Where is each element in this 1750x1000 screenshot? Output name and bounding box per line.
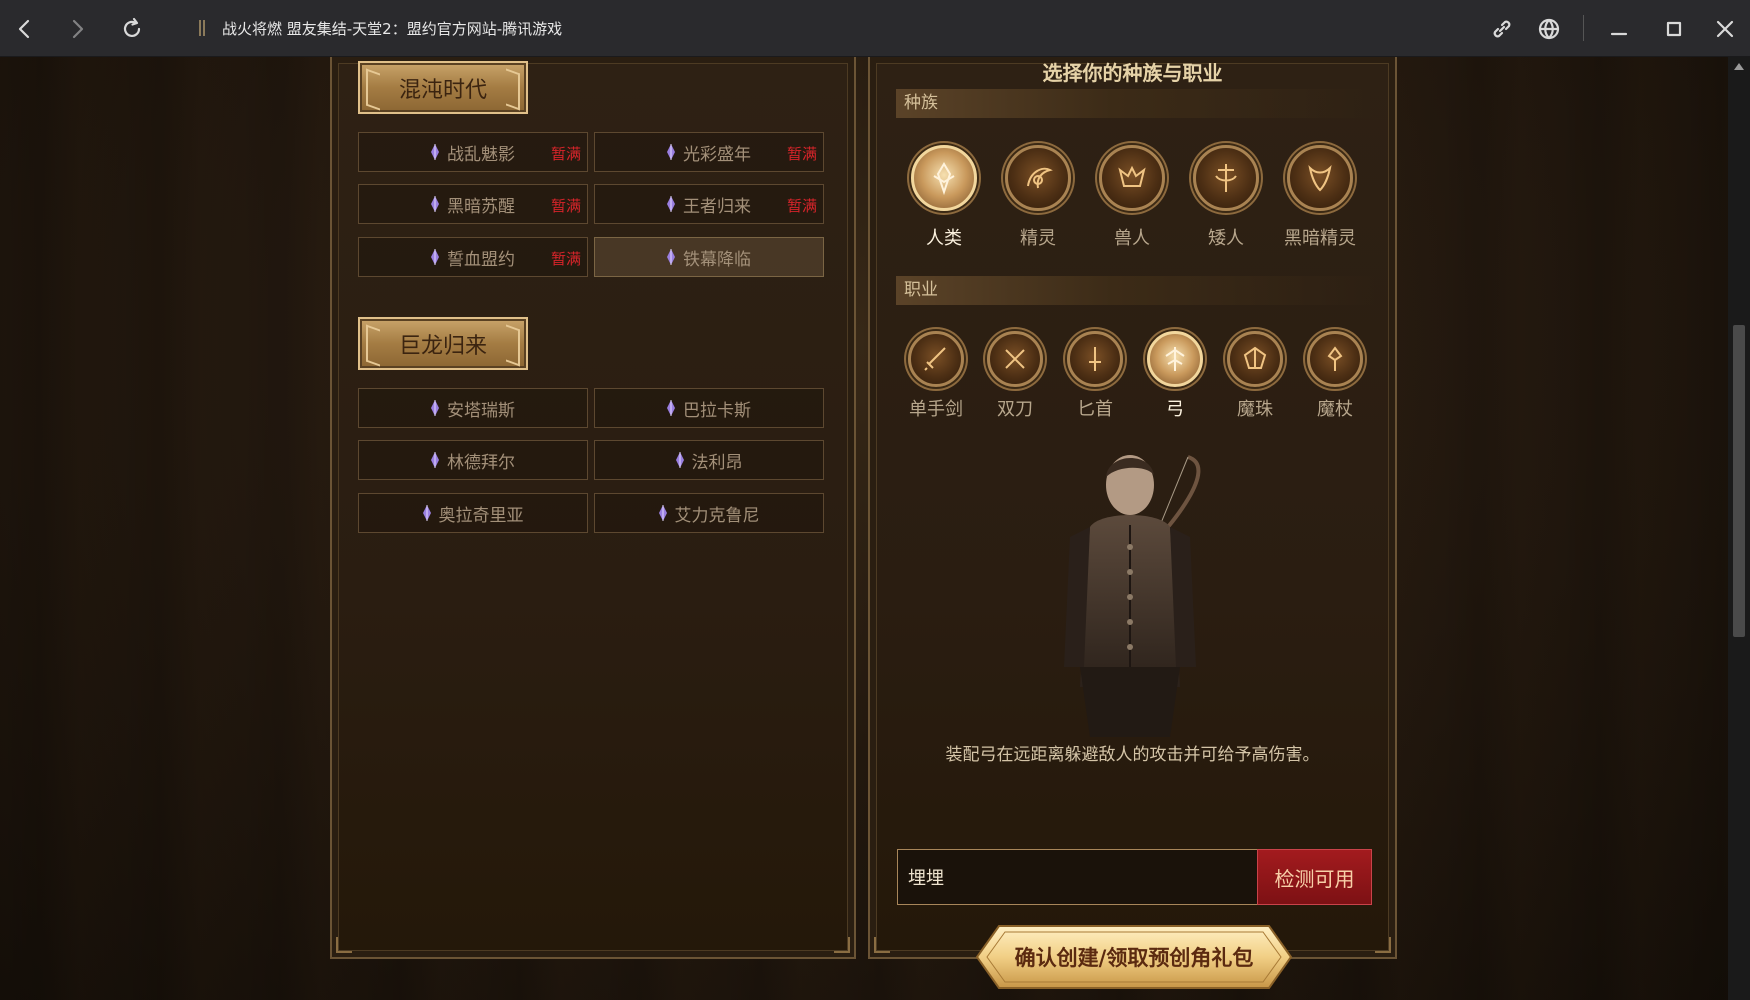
- crystal-gem-icon: [667, 249, 675, 265]
- race-label: 人类: [926, 228, 962, 249]
- race-elf-icon[interactable]: [1005, 145, 1071, 211]
- link-icon[interactable]: [1483, 10, 1521, 48]
- server-button[interactable]: 艾力克鲁尼: [594, 493, 824, 533]
- crystal-gem-icon: [667, 144, 675, 160]
- server-button[interactable]: 黑暗苏醒 暂满: [358, 184, 588, 224]
- character-name-input[interactable]: [897, 849, 1257, 905]
- race-label: 黑暗精灵: [1284, 228, 1356, 249]
- server-button[interactable]: 林德拜尔: [358, 440, 588, 480]
- crystal-gem-icon: [431, 249, 439, 265]
- race-label: 兽人: [1114, 228, 1150, 249]
- class-bow-icon[interactable]: [1147, 331, 1203, 387]
- close-icon[interactable]: [1706, 10, 1744, 48]
- minimize-icon[interactable]: [1600, 10, 1638, 48]
- class-orb-icon[interactable]: [1227, 331, 1283, 387]
- class-label: 魔珠: [1237, 399, 1273, 420]
- server-button[interactable]: 安塔瑞斯: [358, 388, 588, 428]
- race-label: 矮人: [1208, 228, 1244, 249]
- era-tab-dragon[interactable]: 巨龙归来: [358, 317, 528, 370]
- class-label: 单手剑: [909, 399, 963, 420]
- server-button-selected[interactable]: 铁幕降临: [594, 237, 824, 277]
- crystal-gem-icon: [422, 505, 431, 521]
- server-button[interactable]: 战乱魅影 暂满: [358, 132, 588, 172]
- race-orc-icon[interactable]: [1099, 145, 1165, 211]
- reload-icon[interactable]: [113, 10, 151, 48]
- check-availability-button[interactable]: 检测可用: [1257, 849, 1372, 905]
- crystal-gem-icon: [667, 400, 675, 416]
- server-button[interactable]: 光彩盛年 暂满: [594, 132, 824, 172]
- class-label: 魔杖: [1317, 399, 1353, 420]
- race-section-bar: 种族: [896, 89, 1376, 118]
- server-status-full: 暂满: [786, 197, 817, 215]
- server-button[interactable]: 法利昂: [594, 440, 824, 480]
- crystal-gem-icon: [431, 400, 439, 416]
- server-button[interactable]: 王者归来 暂满: [594, 184, 824, 224]
- server-status-full: 暂满: [550, 197, 581, 215]
- class-one-hand-sword-icon[interactable]: [908, 331, 964, 387]
- server-name: 安塔瑞斯: [447, 400, 515, 421]
- server-name: 光彩盛年: [683, 144, 751, 165]
- page-title: 战火将燃 盟友集结-天堂2：盟约官方网站-腾讯游戏: [222, 20, 563, 38]
- class-staff-icon[interactable]: [1307, 331, 1363, 387]
- race-dark-elf-icon[interactable]: [1287, 145, 1353, 211]
- crystal-gem-icon: [675, 452, 684, 468]
- era-tab-chaos[interactable]: 混沌时代: [358, 61, 528, 114]
- server-button[interactable]: 巴拉卡斯: [594, 388, 824, 428]
- class-dagger-icon[interactable]: [1067, 331, 1123, 387]
- server-name: 铁幕降临: [683, 249, 751, 270]
- server-name: 法利昂: [691, 452, 743, 473]
- class-section-bar: 职业: [896, 276, 1376, 305]
- server-button[interactable]: 奥拉奇里亚: [358, 493, 588, 533]
- class-label: 弓: [1166, 399, 1184, 420]
- crystal-gem-icon: [431, 452, 439, 468]
- crystal-gem-icon: [431, 196, 439, 212]
- crystal-gem-icon: [658, 505, 667, 521]
- globe-icon[interactable]: [1530, 10, 1568, 48]
- server-status-full: 暂满: [550, 145, 581, 163]
- site-favicon-icon: [199, 20, 205, 36]
- panel-corner-ornament: [834, 937, 850, 953]
- server-name: 奥拉奇里亚: [438, 505, 524, 526]
- server-name: 黑暗苏醒: [447, 196, 515, 217]
- archer-character-image: [1064, 455, 1201, 737]
- class-label: 匕首: [1077, 399, 1113, 420]
- crystal-gem-icon: [431, 144, 439, 160]
- race-label: 精灵: [1020, 228, 1056, 249]
- era-tab-label: 混沌时代: [398, 77, 487, 103]
- server-name: 王者归来: [683, 196, 751, 217]
- page-scrollbar[interactable]: [1728, 57, 1750, 1000]
- titlebar-divider: [1583, 15, 1584, 41]
- panel-corner-ornament: [336, 937, 352, 953]
- class-label: 双刀: [997, 399, 1033, 420]
- panel-corner-ornament: [1375, 937, 1391, 953]
- crystal-gem-icon: [667, 196, 675, 212]
- check-button-label: 检测可用: [1274, 866, 1355, 891]
- server-name: 战乱魅影: [447, 144, 515, 165]
- scrollbar-thumb[interactable]: [1733, 325, 1745, 637]
- panel-corner-ornament: [874, 937, 890, 953]
- back-arrow-icon[interactable]: [6, 10, 44, 48]
- maximize-icon[interactable]: [1655, 10, 1693, 48]
- server-status-full: 暂满: [550, 250, 581, 268]
- race-human-icon[interactable]: [911, 145, 977, 211]
- panel-heading: 选择你的种族与职业: [1042, 61, 1223, 85]
- server-status-full: 暂满: [786, 145, 817, 163]
- page-content: 混沌时代 战乱魅影 暂满 光彩盛年 暂满 黑暗苏醒 暂满 王者归来 暂满 誓血盟…: [0, 57, 1728, 1000]
- server-button[interactable]: 誓血盟约 暂满: [358, 237, 588, 277]
- server-name: 誓血盟约: [447, 249, 515, 270]
- confirm-button-label: 确认创建/领取预创角礼包: [1014, 945, 1254, 970]
- confirm-create-button[interactable]: 确认创建/领取预创角礼包: [975, 922, 1293, 992]
- scroll-up-icon[interactable]: [1734, 63, 1744, 70]
- server-name: 艾力克鲁尼: [674, 505, 760, 526]
- era-tab-label: 巨龙归来: [398, 333, 487, 359]
- server-name: 巴拉卡斯: [683, 400, 751, 421]
- server-name: 林德拜尔: [447, 452, 515, 473]
- class-dual-blades-icon[interactable]: [987, 331, 1043, 387]
- browser-titlebar: 战火将燃 盟友集结-天堂2：盟约官方网站-腾讯游戏: [0, 0, 1750, 57]
- forward-arrow-icon[interactable]: [58, 10, 96, 48]
- race-dwarf-icon[interactable]: [1193, 145, 1259, 211]
